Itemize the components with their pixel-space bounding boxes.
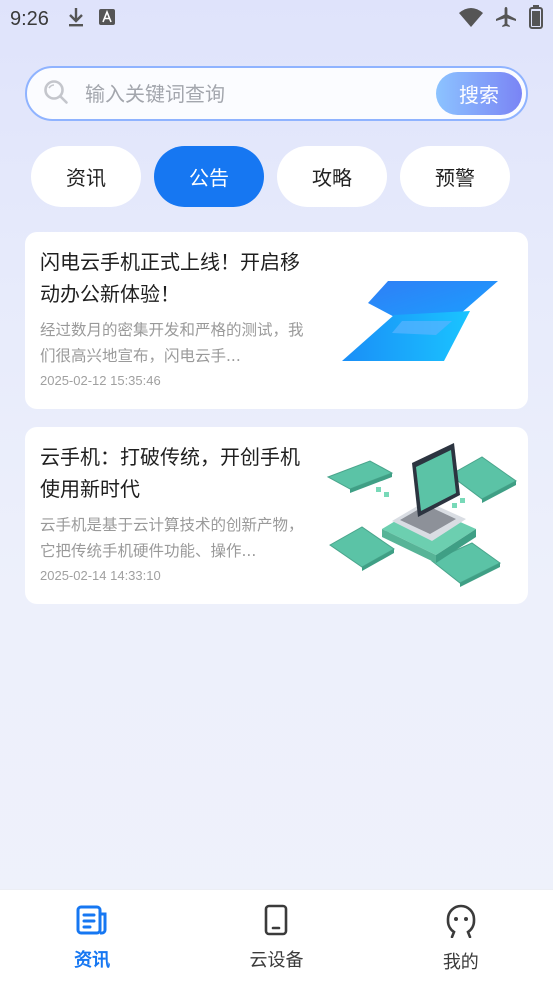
tab-announcements[interactable]: 公告 [154,146,264,207]
search-bar: 搜索 [25,66,528,121]
lightning-logo-image [340,277,502,369]
nav-item-profile[interactable]: 我的 [369,890,553,983]
article-title: 云手机：打破传统，开创手机使用新时代 [40,445,300,501]
news-icon [75,904,109,940]
airplane-icon [495,6,517,32]
article-card[interactable]: 闪电云手机正式上线！开启移动办公新体验！ 经过数月的密集开发和严格的测试，我们很… [25,232,528,409]
nav-label: 资讯 [74,950,111,971]
article-summary: 经过数月的密集开发和严格的测试，我们很高兴地宣布，闪电云手... [40,321,304,365]
wifi-icon [459,7,483,31]
status-time: 9:26 [10,7,49,30]
nav-item-news[interactable]: 资讯 [0,890,184,983]
download-icon [67,7,85,31]
search-input[interactable] [85,81,415,106]
article-date: 2025-02-14 14:33:10 [40,568,161,583]
tab-warnings[interactable]: 预警 [400,146,510,207]
status-bar: 9:26 [0,0,553,38]
bottom-nav: 资讯 云设备 我的 [0,889,553,983]
nav-label: 云设备 [249,950,304,971]
article-card[interactable]: 云手机：打破传统，开创手机使用新时代 云手机是基于云计算技术的创新产物，它把传统… [25,427,528,604]
battery-icon [529,5,543,33]
article-date: 2025-02-12 15:35:46 [40,373,161,388]
search-button[interactable]: 搜索 [436,72,522,115]
category-tabs: 资讯 公告 攻略 预警 [31,146,510,207]
tab-guides[interactable]: 攻略 [277,146,387,207]
article-summary: 云手机是基于云计算技术的创新产物，它把传统手机硬件功能、操作... [40,516,304,560]
phone-icon [262,904,290,940]
profile-icon [445,904,477,942]
text-a-icon [98,9,115,29]
tab-news[interactable]: 资讯 [31,146,141,207]
article-title: 闪电云手机正式上线！开启移动办公新体验！ [40,250,300,306]
search-icon [43,79,69,109]
cloud-phone-illustration [322,441,518,593]
nav-label: 我的 [442,952,479,973]
nav-item-cloud-devices[interactable]: 云设备 [184,890,368,983]
